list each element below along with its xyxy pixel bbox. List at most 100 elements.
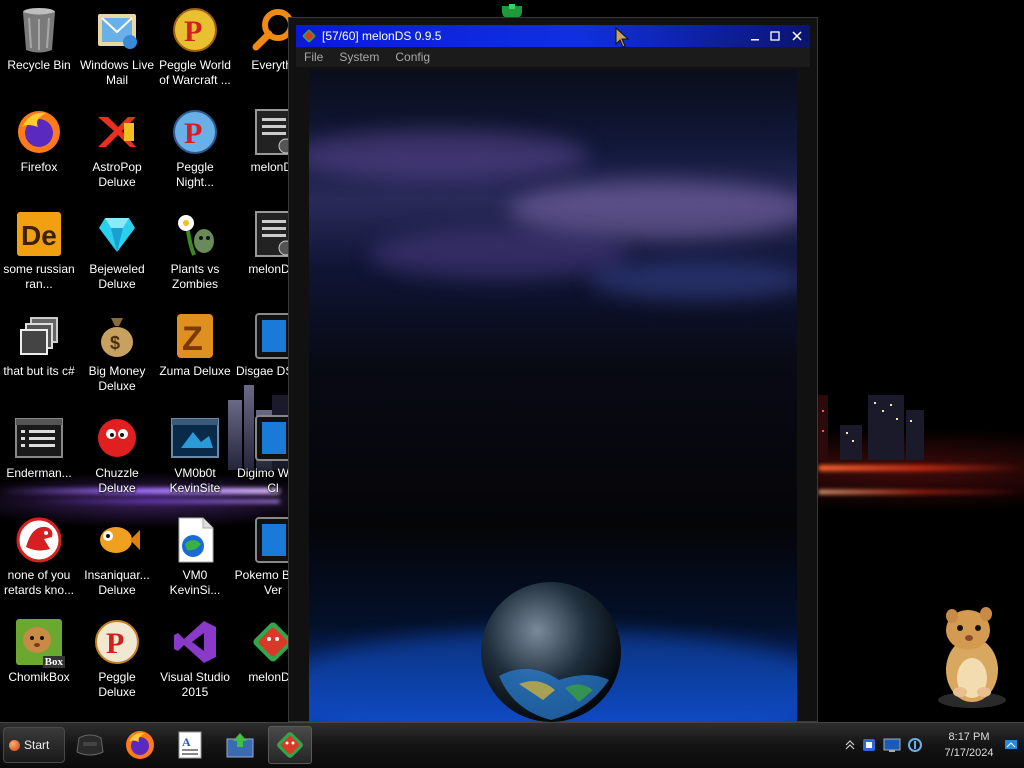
melonds-icon bbox=[277, 732, 303, 758]
console-window-icon bbox=[15, 418, 63, 458]
tray-app-icon[interactable] bbox=[861, 737, 877, 753]
desktop-icon-that-but-its-csharp[interactable]: that but its c# bbox=[0, 306, 78, 406]
taskbar-clock[interactable]: 8:17 PM 7/17/2024 bbox=[934, 729, 1004, 761]
desktop-icon-enderman[interactable]: Enderman... bbox=[0, 408, 78, 508]
download-app-icon bbox=[226, 733, 254, 758]
desktop-icon-label: Insaniquar... Deluxe bbox=[84, 568, 150, 597]
desktop-icon-some-russian-ran[interactable]: De some russian ran... bbox=[0, 204, 78, 304]
window-title: [57/60] melonDS 0.9.5 bbox=[322, 29, 442, 43]
desktop-icon-astropop[interactable]: AstroPop Deluxe bbox=[78, 102, 156, 202]
desktop-icon-chuzzle[interactable]: Chuzzle Deluxe bbox=[78, 408, 156, 508]
desktop-icon-label: Peggle Deluxe bbox=[98, 670, 136, 699]
desktop-icon-label: VM0b0t KevinSite bbox=[169, 466, 221, 495]
money-bag-icon: $ bbox=[101, 318, 133, 357]
windows-live-mail-icon bbox=[98, 14, 137, 49]
taskbar: Start A 8:17 PM 7/17/2024 bbox=[0, 722, 1024, 768]
desktop-icon-firefox[interactable]: Firefox bbox=[0, 102, 78, 202]
desktop-icon-label: Visual Studio 2015 bbox=[160, 670, 230, 699]
desktop-icon-peggle-nights[interactable]: P Peggle Night... bbox=[156, 102, 234, 202]
clock-time: 8:17 PM bbox=[948, 731, 990, 743]
desktop-icon-label: some russian ran... bbox=[3, 262, 75, 291]
system-tray bbox=[845, 733, 923, 757]
desktop-icon-visual-studio[interactable]: Visual Studio 2015 bbox=[156, 612, 234, 712]
desktop-icon-label: Peggle World of Warcraft ... bbox=[159, 58, 231, 87]
menu-bar: File System Config bbox=[296, 47, 810, 67]
desktop-icon-label: none of you retards kno... bbox=[3, 568, 75, 597]
menu-system[interactable]: System bbox=[331, 50, 387, 64]
desktop-icon-recycle-bin[interactable]: Recycle Bin bbox=[0, 0, 78, 100]
mouse-cursor-icon bbox=[615, 27, 630, 48]
de-app-icon: De bbox=[17, 212, 61, 256]
zuma-icon: Z bbox=[177, 314, 213, 358]
desktop-icon-vm0b0t-kevinsite[interactable]: VM0b0t KevinSite bbox=[156, 408, 234, 508]
desktop-icon-none-of-you[interactable]: none of you retards kno... bbox=[0, 510, 78, 610]
peggle-icon: P bbox=[95, 620, 139, 664]
menu-file[interactable]: File bbox=[296, 50, 331, 64]
taskbar-firefox[interactable] bbox=[118, 726, 162, 764]
svg-text:De: De bbox=[21, 220, 57, 251]
emulator-screen[interactable] bbox=[309, 70, 797, 722]
desktop-icon-peggle-wow[interactable]: P Peggle World of Warcraft ... bbox=[156, 0, 234, 100]
svg-text:P: P bbox=[184, 117, 202, 150]
desktop-icon-label: Recycle Bin bbox=[7, 58, 71, 72]
desktop-icon-label: Firefox bbox=[20, 160, 58, 174]
clock-date: 7/17/2024 bbox=[944, 747, 994, 759]
desktop-icon-label: VM0 KevinSi... bbox=[169, 568, 221, 597]
minimize-icon bbox=[751, 39, 759, 41]
desktop-icon-label: Big Money Deluxe bbox=[88, 364, 146, 393]
desktop-icon-label: ChomikBox bbox=[8, 670, 70, 684]
stacked-windows-icon bbox=[20, 317, 58, 355]
chuzzle-icon bbox=[98, 419, 136, 457]
desktop-icon-insaniquarium[interactable]: Insaniquar... Deluxe bbox=[78, 510, 156, 610]
red-mascot-icon bbox=[16, 517, 62, 563]
desktop-icon-bejeweled[interactable]: Bejeweled Deluxe bbox=[78, 204, 156, 304]
globe-sprite bbox=[481, 582, 621, 722]
show-desktop-icon[interactable] bbox=[1004, 737, 1018, 751]
peggle-nights-icon: P bbox=[173, 110, 217, 154]
desktop-icon-windows-live-mail[interactable]: Windows Live Mail bbox=[78, 0, 156, 100]
desktop-icon-label: Enderman... bbox=[6, 466, 72, 480]
taskbar-download-app[interactable] bbox=[218, 726, 262, 764]
desktop-icon-label: AstroPop Deluxe bbox=[92, 160, 142, 189]
desktop-icon-peggle-deluxe[interactable]: P Peggle Deluxe bbox=[78, 612, 156, 712]
firefox-icon bbox=[126, 731, 154, 759]
desktop-icon-big-money[interactable]: $ Big Money Deluxe bbox=[78, 306, 156, 406]
maximize-button[interactable] bbox=[766, 28, 784, 44]
vm-window-icon bbox=[171, 418, 219, 458]
start-button[interactable]: Start bbox=[3, 727, 65, 763]
visual-studio-icon bbox=[174, 621, 216, 663]
desktop-icon-zuma[interactable]: Z Zuma Deluxe bbox=[156, 306, 234, 406]
svg-text:P: P bbox=[106, 627, 124, 660]
hamster-icon bbox=[938, 607, 1006, 708]
desktop-icon-label: Chuzzle Deluxe bbox=[95, 466, 139, 495]
close-button[interactable] bbox=[788, 28, 806, 44]
desktop-icon-vm0-kevinsite[interactable]: VM0 KevinSi... bbox=[156, 510, 234, 610]
melonds-icon bbox=[302, 29, 316, 43]
console-app-icon bbox=[76, 734, 104, 756]
desktop-icon-chomikbox[interactable]: Box ChomikBox bbox=[0, 612, 78, 712]
svg-text:Z: Z bbox=[182, 320, 203, 358]
desktop-icon-label: Bejeweled Deluxe bbox=[89, 262, 145, 291]
tray-network-icon[interactable] bbox=[907, 737, 923, 753]
window-title-bar[interactable]: [57/60] melonDS 0.9.5 bbox=[296, 25, 810, 47]
desktop-icon-label: Peggle Night... bbox=[175, 160, 214, 189]
taskbar-melonds[interactable] bbox=[268, 726, 312, 764]
desktop-icon-label: Plants vs Zombies bbox=[170, 262, 220, 291]
desktop-icon-label: Zuma Deluxe bbox=[159, 364, 231, 378]
start-orb-icon bbox=[9, 739, 20, 751]
firefox-icon bbox=[18, 111, 60, 153]
taskbar-document-app[interactable]: A bbox=[168, 726, 212, 764]
menu-config[interactable]: Config bbox=[387, 50, 438, 64]
svg-text:P: P bbox=[184, 15, 202, 48]
bejeweled-icon bbox=[99, 218, 135, 252]
desktop-icon-plants-vs-zombies[interactable]: Plants vs Zombies bbox=[156, 204, 234, 304]
tray-monitor-icon[interactable] bbox=[883, 737, 901, 753]
minimize-button[interactable] bbox=[746, 28, 764, 44]
show-hidden-icons-icon[interactable] bbox=[845, 739, 855, 751]
svg-text:A: A bbox=[182, 735, 191, 749]
close-icon bbox=[792, 31, 802, 41]
taskbar-console-app[interactable] bbox=[68, 726, 112, 764]
melonds-window[interactable]: [57/60] melonDS 0.9.5 File System Config bbox=[288, 17, 818, 722]
recycle-bin-icon bbox=[23, 8, 55, 53]
desktop-icon-label: that but its c# bbox=[3, 364, 75, 378]
